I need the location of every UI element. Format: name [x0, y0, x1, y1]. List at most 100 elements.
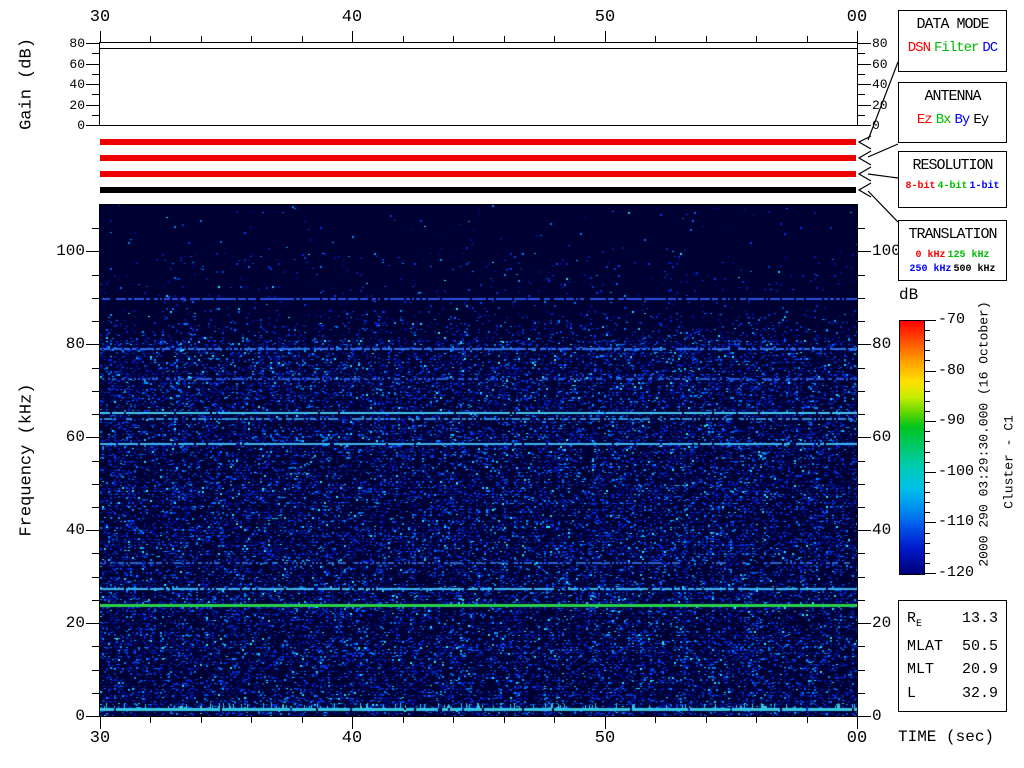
tick-label: 40: [40, 522, 85, 538]
ephemeris-label: L: [907, 686, 916, 701]
axis-tick: [857, 717, 858, 729]
axis-tick: [302, 36, 303, 42]
ephemeris-label: RE: [907, 611, 922, 630]
axis-tick: [858, 53, 865, 54]
ephemeris-row: RE 13.3: [907, 611, 998, 630]
axis-tick: [92, 321, 99, 322]
axis-tick: [86, 437, 99, 438]
axis-tick: [86, 716, 99, 717]
axis-tick: [92, 94, 99, 95]
tick-label: 30: [70, 730, 130, 747]
axis-tick: [403, 717, 404, 723]
tick-label: 50: [575, 730, 635, 747]
axis-tick: [706, 36, 707, 42]
axis-tick: [858, 623, 871, 624]
arrow-line-translation: [868, 191, 898, 222]
tick-label: 0: [40, 119, 85, 132]
axis-tick: [655, 717, 656, 723]
axis-tick: [554, 36, 555, 42]
translation-title: TRANSLATION: [899, 226, 1006, 243]
panel-value: 8-bit: [905, 181, 935, 192]
tick-label: 0: [40, 708, 85, 724]
axis-tick: [92, 53, 99, 54]
axis-tick: [403, 36, 404, 42]
translation-panel: TRANSLATION 0 kHz 125 kHz 250 kHz 500 kHz: [898, 220, 1007, 281]
tick-label: 00: [827, 9, 887, 26]
axis-tick: [858, 368, 865, 369]
axis-tick: [100, 31, 101, 42]
tick-label: 80: [872, 37, 888, 50]
tick-label: 100: [872, 243, 901, 259]
axis-tick: [756, 717, 757, 723]
tick-label: 40: [872, 78, 888, 91]
axis-tick: [504, 36, 505, 42]
tick-label: 20: [40, 99, 85, 112]
axis-tick: [92, 577, 99, 578]
axis-tick: [858, 298, 865, 299]
axis-tick: [858, 716, 871, 717]
axis-tick: [201, 717, 202, 723]
axis-tick: [92, 484, 99, 485]
panel-value: 4-bit: [937, 181, 967, 192]
tick-label: 0: [872, 119, 880, 132]
arrow-line-resolution: [868, 174, 898, 178]
axis-tick: [858, 484, 865, 485]
axis-tick: [92, 693, 99, 694]
axis-tick: [858, 344, 871, 345]
translation-status-bar: [100, 187, 856, 193]
axis-tick: [924, 573, 936, 574]
axis-tick: [858, 553, 865, 554]
axis-tick: [92, 507, 99, 508]
tick-label: 40: [872, 522, 891, 538]
data-mode-status-bar: [100, 139, 856, 145]
tick-label: -70: [938, 312, 965, 327]
axis-tick: [858, 228, 865, 229]
tick-label: 00: [827, 730, 887, 747]
axis-tick: [92, 553, 99, 554]
axis-tick: [86, 530, 99, 531]
axis-tick: [924, 371, 936, 372]
data-mode-panel: DATA MODE DSN Filter DC: [898, 10, 1007, 72]
ephemeris-panel: RE 13.3 MLAT 50.5 MLT 20.9 L 32.9: [898, 600, 1007, 712]
ephemeris-label: MLT: [907, 662, 934, 677]
axis-tick: [504, 717, 505, 723]
axis-tick: [92, 414, 99, 415]
axis-tick: [201, 36, 202, 42]
axis-tick: [92, 228, 99, 229]
axis-tick: [150, 36, 151, 42]
axis-tick: [86, 64, 99, 65]
panel-value: Ez: [917, 112, 932, 128]
axis-tick: [100, 717, 101, 729]
axis-tick: [86, 105, 99, 106]
arrow-line-antenna: [868, 144, 898, 157]
axis-tick: [302, 717, 303, 723]
axis-tick: [924, 421, 936, 422]
axis-tick: [924, 522, 936, 523]
axis-tick: [807, 717, 808, 723]
axis-tick: [858, 84, 871, 85]
ephemeris-value: 20.9: [962, 662, 998, 677]
axis-tick: [86, 344, 99, 345]
tick-label: 50: [575, 9, 635, 26]
axis-tick: [858, 94, 865, 95]
tick-label: -110: [938, 514, 974, 529]
axis-tick: [605, 717, 606, 729]
axis-tick: [858, 391, 865, 392]
gain-trace: [100, 48, 857, 49]
ephemeris-row: MLT 20.9: [907, 662, 998, 677]
tick-label: -80: [938, 363, 965, 378]
axis-tick: [858, 577, 865, 578]
ephemeris-value: 13.3: [962, 611, 998, 630]
axis-tick: [706, 717, 707, 723]
axis-tick: [858, 646, 865, 647]
axis-tick: [924, 320, 936, 321]
axis-tick: [858, 64, 871, 65]
axis-tick: [86, 623, 99, 624]
time-axis-label: TIME (sec): [898, 729, 994, 745]
axis-tick: [858, 105, 871, 106]
translation-values: 0 kHz 125 kHz 250 kHz 500 kHz: [899, 249, 1006, 277]
axis-tick: [858, 125, 871, 126]
resolution-status-bar: [100, 171, 856, 177]
axis-tick: [92, 74, 99, 75]
axis-tick: [86, 125, 99, 126]
